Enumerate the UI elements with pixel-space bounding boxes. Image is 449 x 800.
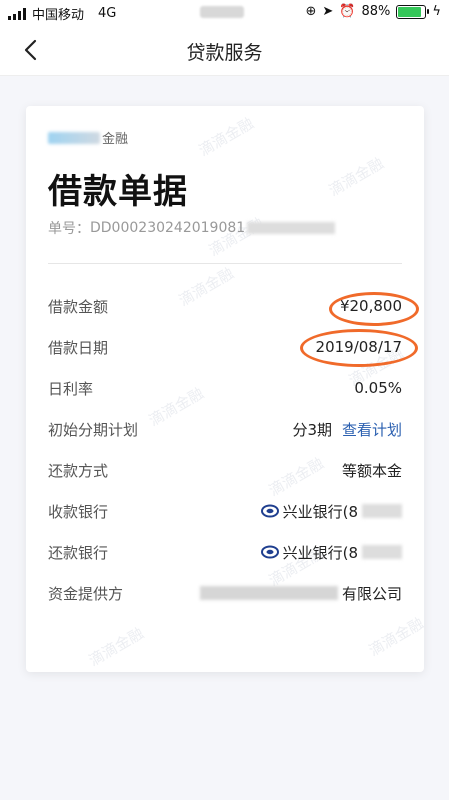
order-number: DD00023024201908​1 [90,220,246,236]
nav-bar: 贷款服务 [0,24,449,76]
repayment-bank-name: 兴业银行(8 [282,543,358,562]
fund-provider-value: 有限公司 [199,583,402,604]
fund-provider-label: 资金提供方 [48,584,124,603]
daily-rate-label: 日利率 [48,379,94,398]
receiving-bank-name: 兴业银行(8 [282,502,358,521]
installment-plan-value: 分3期 查看计划 [292,419,402,440]
row-installment-plan: 初始分期计划 分3期 查看计划 [48,417,402,441]
receiving-bank-value: 兴业银行(8 [260,501,402,522]
row-receiving-bank: 收款银行 兴业银行(8 [48,499,402,523]
installment-count: 分3期 [292,420,332,439]
watermark-10: 滴滴金融 [85,624,147,670]
receiving-bank-blurred [362,504,402,518]
brand-suffix: 金融 [102,132,129,147]
signal-icon [8,7,26,20]
repayment-bank-value: 兴业银行(8 [260,542,402,563]
loan-date-label: 借款日期 [48,338,109,357]
repayment-method-label: 还款方式 [48,461,109,480]
status-left: 中国移动 4G [8,4,116,23]
status-right: ⊕ ➤ ⏰ 88% ϟ [306,4,441,19]
battery-icon [396,4,430,19]
fund-provider-blurred [199,586,338,600]
row-fund-provider: 资金提供方 有限公司 [48,581,402,605]
repayment-bank-label: 还款银行 [48,543,109,562]
receiving-bank-label: 收款银行 [48,502,109,521]
alarm-icon: ⏰ [339,4,356,19]
row-repayment-bank: 还款银行 兴业银行(8 [48,540,402,564]
receipt-title: 借款单据 [48,172,188,212]
highlight-oval-amount [329,292,419,326]
fund-provider-suffix: 有限公司 [341,584,402,603]
brand-label: 金融 [48,128,128,147]
brand-blurred [48,131,100,144]
row-daily-rate: 日利率 0.05% [48,376,402,400]
status-blurred-time [200,6,244,18]
receipt-card: 滴滴金融 滴滴金融 滴滴金融 滴滴金融 滴滴金融 滴滴金融 滴滴金融 滴滴金融 … [26,106,424,672]
row-repayment-method: 还款方式 等额本金 [48,458,402,482]
network-label: 4G [98,6,117,21]
bank-logo-icon [260,545,279,559]
bank-logo-icon [260,504,279,518]
watermark-1: 滴滴金融 [195,114,257,160]
carrier-label: 中国移动 [32,8,85,23]
installment-plan-label: 初始分期计划 [48,420,139,439]
loan-amount-label: 借款金额 [48,297,109,316]
repayment-bank-blurred [362,545,402,559]
order-number-line: 单号： DD00023024201908​1 [48,218,336,238]
order-number-blurred [247,222,336,234]
repayment-method-value: 等额本金 [341,461,402,480]
daily-rate-value: 0.05% [354,379,402,397]
lock-rotation-icon: ⊕ [305,4,317,19]
view-plan-link[interactable]: 查看计划 [342,419,402,440]
charging-icon: ϟ [432,4,441,19]
order-label: 单号： [48,221,90,237]
highlight-oval-date [300,329,418,367]
battery-percent: 88% [361,4,391,19]
page-title: 贷款服务 [186,42,263,64]
status-bar: 中国移动 4G ⊕ ➤ ⏰ 88% ϟ [0,0,449,24]
watermark-9: 滴滴金融 [365,614,424,660]
location-icon: ➤ [322,4,334,19]
divider [48,263,402,264]
watermark-2: 滴滴金融 [325,154,387,200]
